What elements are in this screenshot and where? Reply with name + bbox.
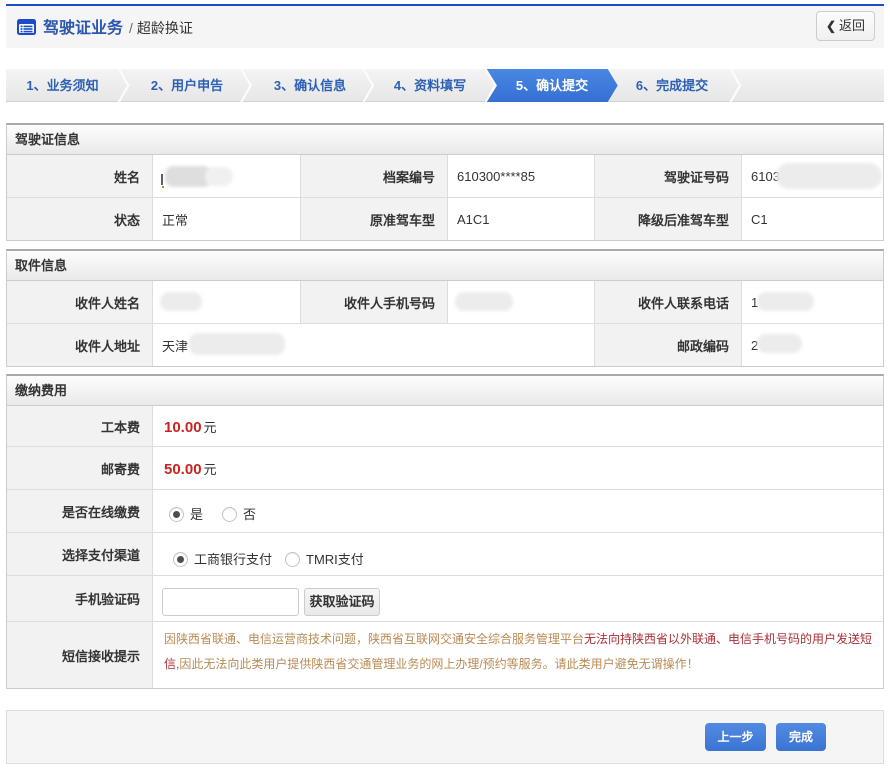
- svg-text:6、完成提交: 6、完成提交: [636, 78, 708, 93]
- svg-text:2、用户申告: 2、用户申告: [151, 78, 223, 93]
- svg-text:5、确认提交: 5、确认提交: [516, 78, 588, 93]
- svg-text:1、业务须知: 1、业务须知: [26, 78, 98, 93]
- svg-text:3、确认信息: 3、确认信息: [274, 78, 346, 93]
- svg-text:4、资料填写: 4、资料填写: [394, 78, 466, 93]
